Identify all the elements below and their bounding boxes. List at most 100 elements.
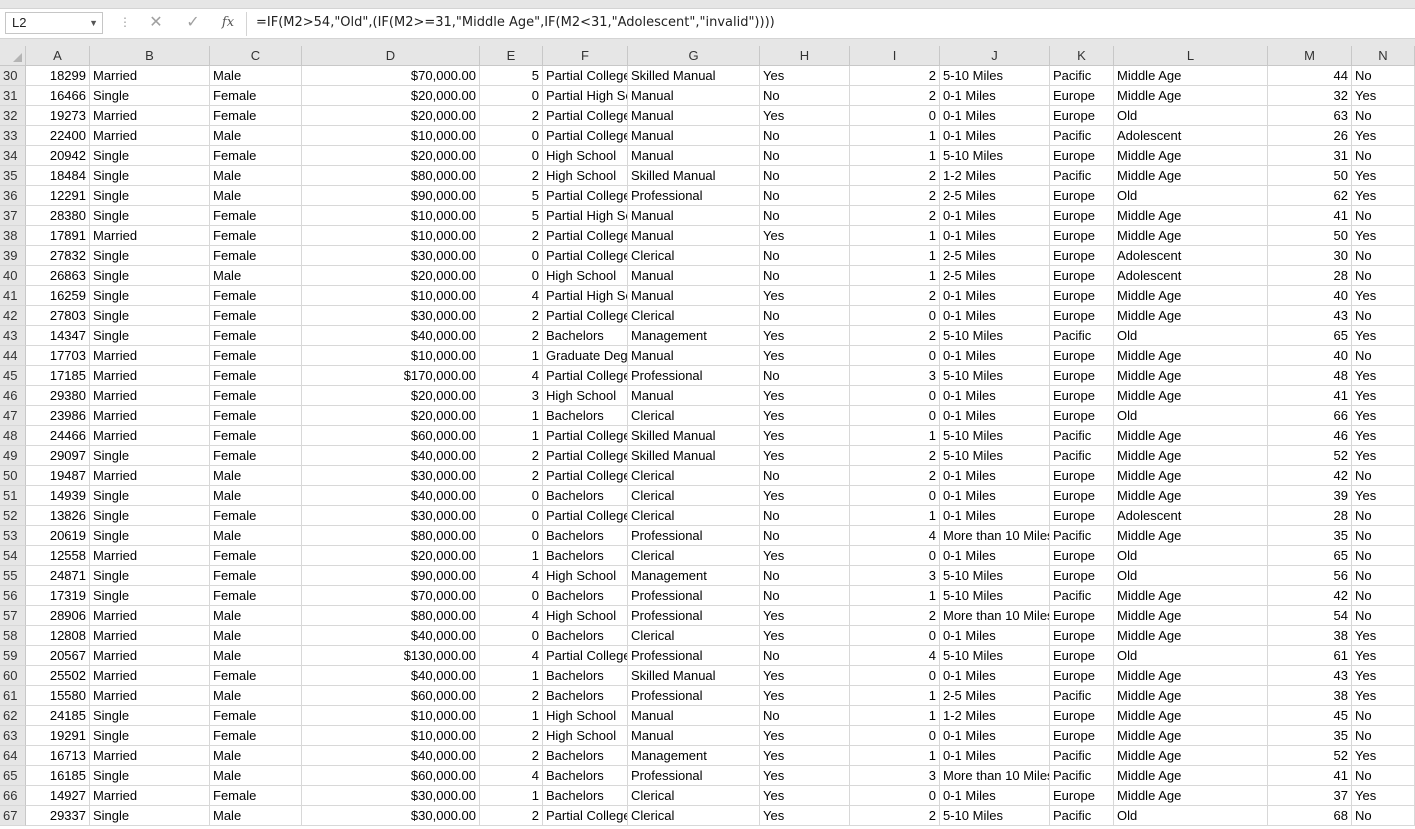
cell-j44[interactable]: 0-1 Miles [940,346,1050,366]
cell-e33[interactable]: 0 [480,126,543,146]
cell-d31[interactable]: $20,000.00 [302,86,480,106]
cell-g52[interactable]: Clerical [628,506,760,526]
cell-d45[interactable]: $170,000.00 [302,366,480,386]
cell-d62[interactable]: $10,000.00 [302,706,480,726]
cell-n60[interactable]: Yes [1352,666,1415,686]
cell-l36[interactable]: Old [1114,186,1268,206]
row-header[interactable]: 64 [0,746,26,766]
cell-i48[interactable]: 1 [850,426,940,446]
cell-k63[interactable]: Europe [1050,726,1114,746]
cell-n50[interactable]: No [1352,466,1415,486]
cell-k44[interactable]: Europe [1050,346,1114,366]
cell-m40[interactable]: 28 [1268,266,1352,286]
fx-icon[interactable]: fx [214,12,242,34]
cell-k54[interactable]: Europe [1050,546,1114,566]
cell-a46[interactable]: 29380 [26,386,90,406]
cell-l37[interactable]: Middle Age [1114,206,1268,226]
row-header[interactable]: 38 [0,226,26,246]
cell-j39[interactable]: 2-5 Miles [940,246,1050,266]
cell-k51[interactable]: Europe [1050,486,1114,506]
cell-h49[interactable]: Yes [760,446,850,466]
cell-a48[interactable]: 24466 [26,426,90,446]
cell-n55[interactable]: No [1352,566,1415,586]
cell-l33[interactable]: Adolescent [1114,126,1268,146]
cell-m32[interactable]: 63 [1268,106,1352,126]
cell-l43[interactable]: Old [1114,326,1268,346]
cell-e42[interactable]: 2 [480,306,543,326]
cell-d50[interactable]: $30,000.00 [302,466,480,486]
cell-b66[interactable]: Married [90,786,210,806]
cell-k40[interactable]: Europe [1050,266,1114,286]
row-header[interactable]: 47 [0,406,26,426]
cell-b42[interactable]: Single [90,306,210,326]
cell-b32[interactable]: Married [90,106,210,126]
cell-c49[interactable]: Female [210,446,302,466]
row-header[interactable]: 66 [0,786,26,806]
cell-l60[interactable]: Middle Age [1114,666,1268,686]
row-header[interactable]: 39 [0,246,26,266]
cell-f55[interactable]: High School [543,566,628,586]
cell-d52[interactable]: $30,000.00 [302,506,480,526]
cell-e48[interactable]: 1 [480,426,543,446]
cell-e36[interactable]: 5 [480,186,543,206]
row-header[interactable]: 37 [0,206,26,226]
row-header[interactable]: 61 [0,686,26,706]
cell-b37[interactable]: Single [90,206,210,226]
cell-h33[interactable]: No [760,126,850,146]
cell-h65[interactable]: Yes [760,766,850,786]
cell-a31[interactable]: 16466 [26,86,90,106]
cell-n48[interactable]: Yes [1352,426,1415,446]
cell-j42[interactable]: 0-1 Miles [940,306,1050,326]
row-header[interactable]: 44 [0,346,26,366]
row-header[interactable]: 67 [0,806,26,826]
cell-h46[interactable]: Yes [760,386,850,406]
cell-j65[interactable]: More than 10 Miles [940,766,1050,786]
cell-b46[interactable]: Married [90,386,210,406]
cell-a49[interactable]: 29097 [26,446,90,466]
cell-e35[interactable]: 2 [480,166,543,186]
cell-m35[interactable]: 50 [1268,166,1352,186]
cell-i44[interactable]: 0 [850,346,940,366]
cell-n44[interactable]: No [1352,346,1415,366]
cell-b48[interactable]: Married [90,426,210,446]
cell-h31[interactable]: No [760,86,850,106]
cell-d49[interactable]: $40,000.00 [302,446,480,466]
cell-i39[interactable]: 1 [850,246,940,266]
cell-n45[interactable]: Yes [1352,366,1415,386]
close-icon[interactable]: ✕ [142,12,170,34]
cell-c35[interactable]: Male [210,166,302,186]
cell-l39[interactable]: Adolescent [1114,246,1268,266]
cell-l62[interactable]: Middle Age [1114,706,1268,726]
cell-g45[interactable]: Professional [628,366,760,386]
cell-f30[interactable]: Partial College [543,66,628,86]
cell-n36[interactable]: Yes [1352,186,1415,206]
cell-k47[interactable]: Europe [1050,406,1114,426]
cell-b59[interactable]: Married [90,646,210,666]
cell-i49[interactable]: 2 [850,446,940,466]
cell-j57[interactable]: More than 10 Miles [940,606,1050,626]
row-header[interactable]: 35 [0,166,26,186]
cell-l42[interactable]: Middle Age [1114,306,1268,326]
cell-h67[interactable]: Yes [760,806,850,826]
cell-e37[interactable]: 5 [480,206,543,226]
cell-d55[interactable]: $90,000.00 [302,566,480,586]
cell-c34[interactable]: Female [210,146,302,166]
cell-m42[interactable]: 43 [1268,306,1352,326]
cell-n47[interactable]: Yes [1352,406,1415,426]
cell-g48[interactable]: Skilled Manual [628,426,760,446]
row-header[interactable]: 56 [0,586,26,606]
cell-j52[interactable]: 0-1 Miles [940,506,1050,526]
cell-b43[interactable]: Single [90,326,210,346]
cell-b63[interactable]: Single [90,726,210,746]
cell-i57[interactable]: 2 [850,606,940,626]
cell-n63[interactable]: No [1352,726,1415,746]
cell-m43[interactable]: 65 [1268,326,1352,346]
cell-j61[interactable]: 2-5 Miles [940,686,1050,706]
cell-n46[interactable]: Yes [1352,386,1415,406]
cell-m41[interactable]: 40 [1268,286,1352,306]
row-header[interactable]: 41 [0,286,26,306]
cell-h32[interactable]: Yes [760,106,850,126]
cell-i52[interactable]: 1 [850,506,940,526]
cell-i61[interactable]: 1 [850,686,940,706]
cell-e63[interactable]: 2 [480,726,543,746]
